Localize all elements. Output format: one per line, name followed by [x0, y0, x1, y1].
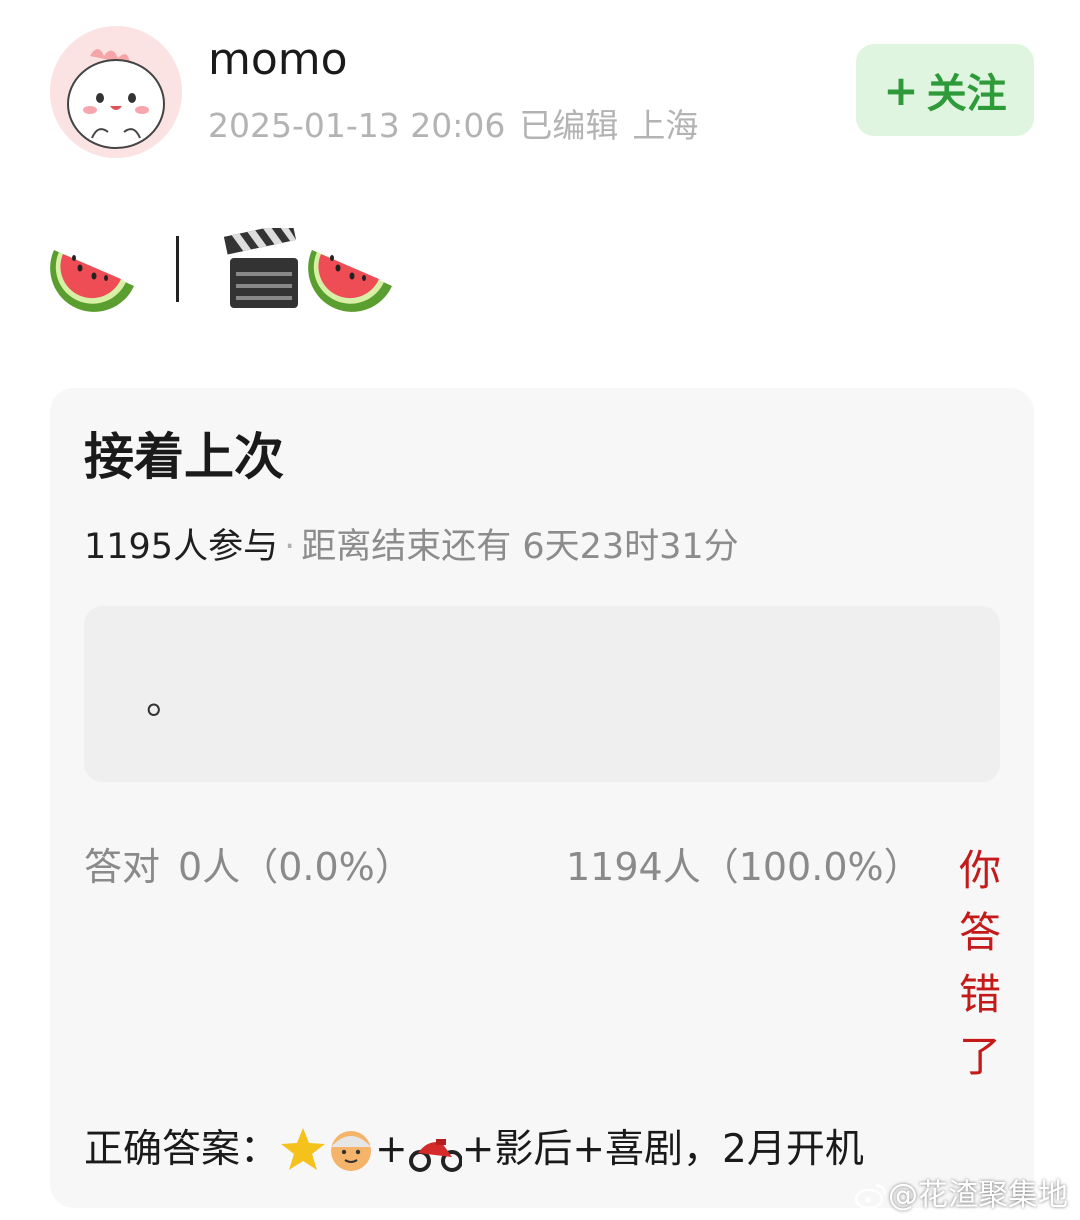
separator-dot: · [284, 527, 296, 567]
countdown: 距离结束还有 6天23时31分 [301, 527, 739, 567]
participants-count: 1195人参与 [84, 527, 279, 567]
plus-icon: + [883, 65, 919, 115]
follow-button[interactable]: + 关注 [856, 44, 1034, 136]
emoji-row [50, 222, 410, 314]
correct-count: 0人（0.0%） [178, 845, 413, 889]
answer-text: 。 [146, 677, 186, 723]
watermark: @花渣聚集地 [854, 1176, 1068, 1216]
watermelon-icon [308, 250, 392, 312]
wrong-count: 1194人（100.0%） [566, 845, 922, 889]
post-meta: 2025-01-13 20:06 已编辑 上海 [208, 104, 712, 148]
solution-label: 正确答案： [84, 1127, 280, 1172]
solution-plus: + [375, 1127, 408, 1172]
clapper-board-icon [223, 222, 298, 308]
watermark-text: @花渣聚集地 [888, 1178, 1068, 1213]
answer-option[interactable]: 。 [84, 606, 1000, 782]
correct-answer: 正确答案： + +影后+喜剧，2月开机 [84, 1122, 864, 1178]
wrong-badge-char: 答 [958, 908, 1001, 957]
motorcycle-icon [408, 1139, 462, 1172]
post-date: 2025-01-13 20:06 [208, 106, 506, 145]
weibo-icon [854, 1183, 887, 1210]
wrong-badge-char: 错 [958, 970, 1001, 1019]
username[interactable]: momo [208, 34, 348, 86]
quiz-card[interactable]: 接着上次 1195人参与 · 距离结束还有 6天23时31分 。 答对 0人（0.0%… [50, 388, 1034, 1208]
wrong-badge: 你 答 错 了 [952, 840, 1008, 1088]
wrong-badge-char: 你 [958, 846, 1001, 895]
avatar[interactable] [50, 26, 182, 158]
quiz-stats: 1195人参与 · 距离结束还有 6天23时31分 [84, 524, 739, 570]
post-location: 上海 [632, 106, 699, 145]
quiz-title: 接着上次 [84, 428, 284, 486]
solution-text: +影后+喜剧，2月开机 [461, 1127, 864, 1172]
correct-result: 答对 0人（0.0%） [84, 842, 413, 892]
star-old-person-icon [281, 1128, 372, 1171]
divider [176, 236, 179, 302]
correct-label: 答对 [84, 845, 161, 889]
follow-label: 关注 [926, 71, 1007, 117]
wrong-badge-char: 了 [958, 1032, 1001, 1081]
watermelon-icon [50, 250, 134, 312]
edited-label: 已编辑 [519, 106, 619, 145]
